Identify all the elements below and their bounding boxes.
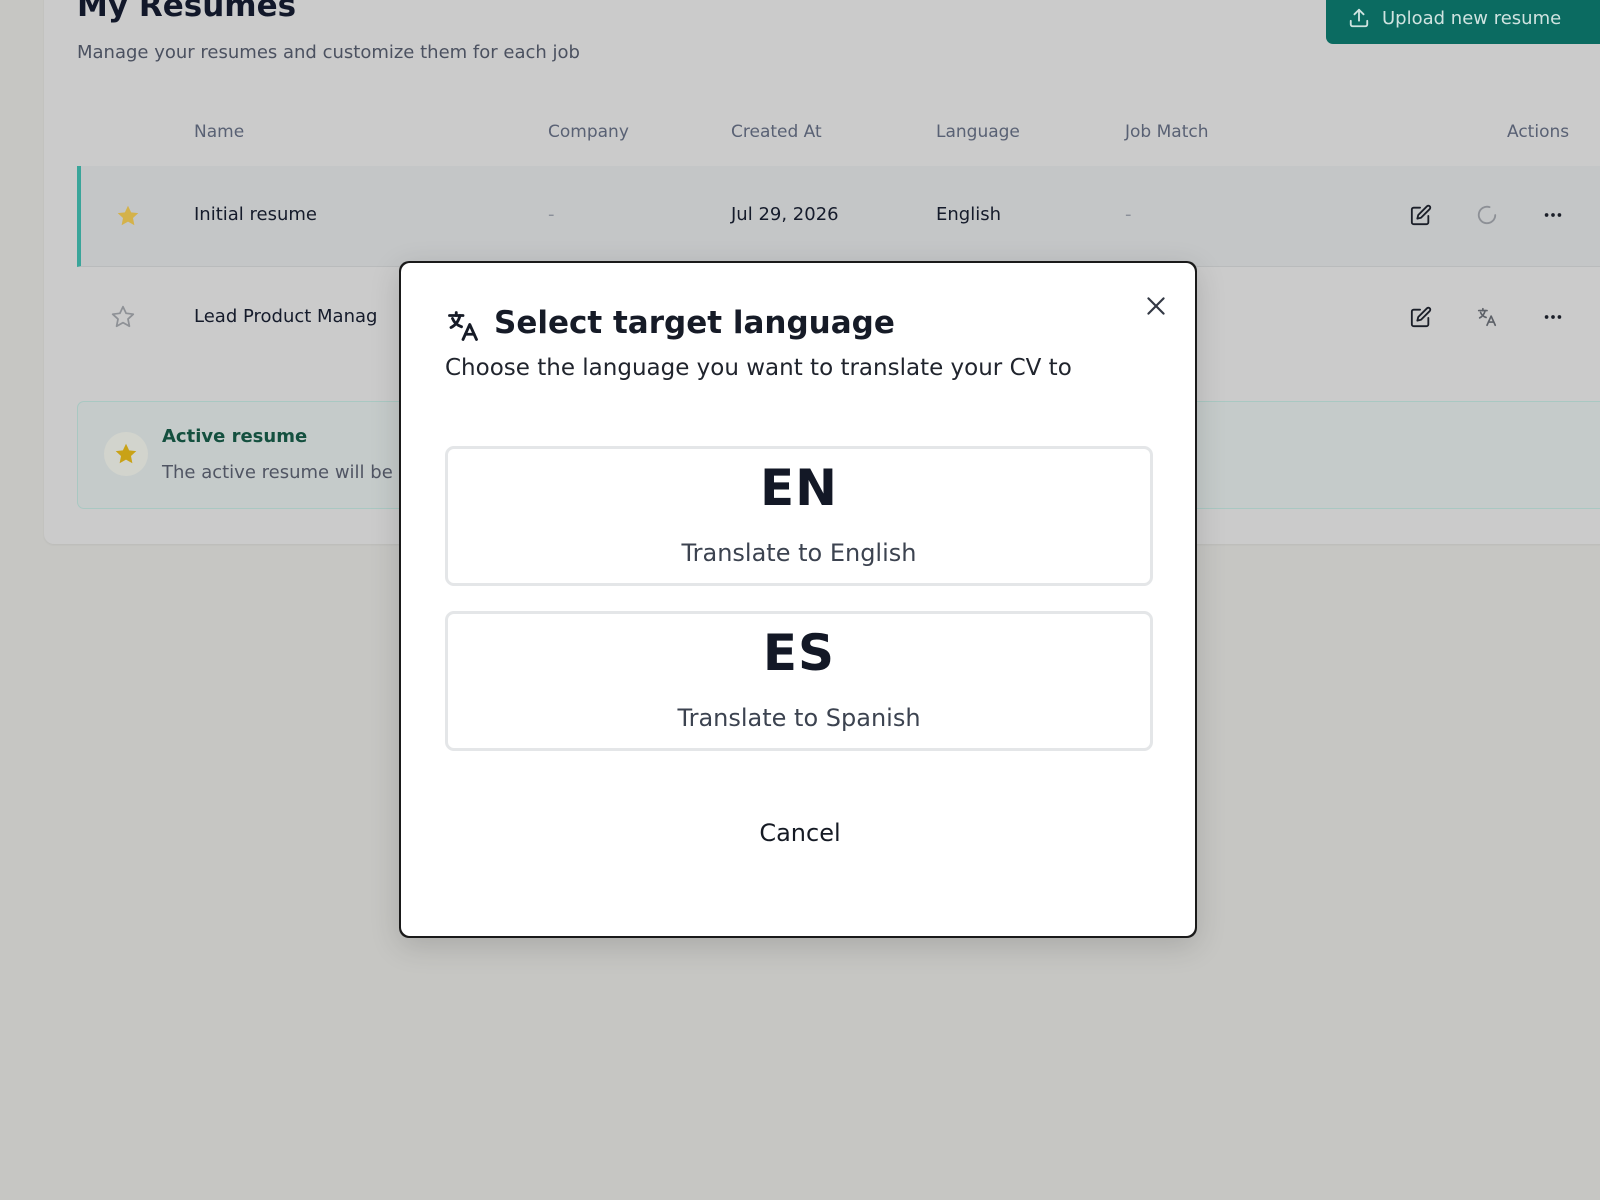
edit-icon[interactable] (1410, 204, 1432, 226)
language-label: Translate to Spanish (677, 704, 921, 732)
dialog-title: Select target language (494, 305, 895, 341)
upload-icon (1349, 8, 1369, 28)
translate-icon (448, 311, 478, 341)
language-option-spanish[interactable]: ES Translate to Spanish (445, 611, 1153, 751)
star-filled-icon (115, 443, 137, 464)
info-title: Active resume (162, 426, 308, 447)
column-header-actions: Actions (1507, 122, 1570, 142)
column-header-created-at[interactable]: Created At (731, 122, 822, 142)
upload-resume-button[interactable]: Upload new resume (1326, 0, 1600, 44)
resume-name[interactable]: Lead Product Manag (194, 306, 377, 327)
upload-resume-label: Upload new resume (1382, 7, 1562, 29)
more-options-icon[interactable] (1542, 306, 1564, 328)
close-icon[interactable] (1143, 293, 1169, 319)
column-header-language[interactable]: Language (936, 122, 1020, 142)
more-options-icon[interactable] (1542, 204, 1564, 226)
language-code: EN (759, 459, 838, 517)
resume-job-match: - (1125, 204, 1132, 225)
translate-dialog: Select target language Choose the langua… (399, 261, 1197, 938)
info-text: The active resume will be (162, 462, 393, 483)
column-header-job-match[interactable]: Job Match (1125, 122, 1208, 142)
translate-icon[interactable] (1476, 306, 1498, 328)
language-code: ES (762, 624, 836, 682)
cancel-button[interactable]: Cancel (705, 808, 895, 858)
column-header-name[interactable]: Name (194, 122, 244, 142)
page-title: My Resumes (77, 0, 297, 24)
dialog-body: Select target language Choose the langua… (401, 263, 1195, 936)
resume-company: - (548, 204, 555, 225)
loading-spinner-icon (1477, 205, 1497, 225)
active-resume-badge (104, 432, 148, 476)
dialog-description: Choose the language you want to translat… (445, 355, 1072, 381)
language-label: Translate to English (681, 539, 917, 567)
star-outline-icon[interactable] (110, 304, 136, 330)
resume-language: English (936, 204, 1001, 225)
edit-icon[interactable] (1410, 306, 1432, 328)
language-option-english[interactable]: EN Translate to English (445, 446, 1153, 586)
resume-name[interactable]: Initial resume (194, 204, 317, 225)
page-subtitle: Manage your resumes and customize them f… (77, 42, 580, 63)
column-header-company[interactable]: Company (548, 122, 629, 142)
resume-created-at: Jul 29, 2026 (731, 204, 839, 225)
table-row[interactable]: Initial resume - Jul 29, 2026 English - (77, 166, 1600, 267)
star-filled-icon[interactable] (115, 203, 141, 229)
